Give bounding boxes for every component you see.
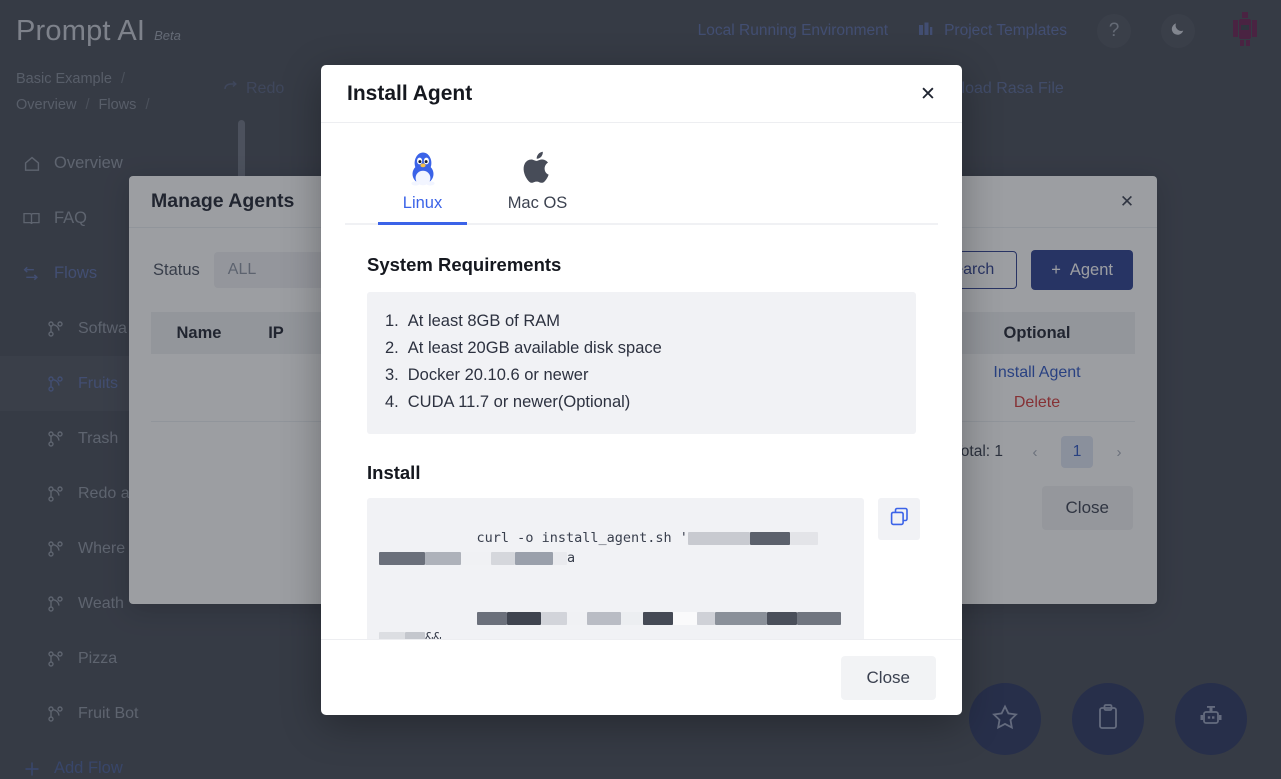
os-tabs: Linux Mac OS [345, 143, 938, 225]
system-requirements-list: 1. At least 8GB of RAM 2. At least 20GB ava… [367, 292, 916, 434]
install-section-title: Install [367, 462, 421, 483]
install-agent-close-label: Close [866, 667, 910, 687]
install-command-visible-b: && [425, 630, 442, 639]
requirement-text: At least 8GB of RAM [407, 312, 560, 330]
install-agent-modal: Install Agent ✕ Linux Mac OS System Requ… [321, 65, 962, 715]
requirement-number: 1. [385, 312, 399, 330]
requirement-item: 4. CUDA 11.7 or newer(Optional) [367, 389, 916, 416]
apple-icon [522, 143, 554, 187]
requirement-number: 2. [385, 339, 399, 357]
copy-command-button[interactable] [878, 498, 920, 540]
install-command-row: curl -o install_agent.sh 'a && ll [367, 498, 938, 639]
requirement-text: At least 20GB available disk space [407, 339, 662, 357]
tab-linux-label: Linux [402, 194, 443, 212]
tab-macos-label: Mac OS [507, 194, 568, 212]
install-command-code[interactable]: curl -o install_agent.sh 'a && ll [367, 498, 864, 639]
requirement-item: 2. At least 20GB available disk space [367, 335, 916, 362]
app-root: Prompt AI Beta Local Running Environment [0, 0, 1281, 779]
install-command-line: curl -o install_agent.sh ' a [379, 508, 852, 588]
install-command-prefix: curl -o install_agent.sh ' [476, 530, 688, 546]
requirement-text: Docker 20.10.6 or newer [407, 366, 589, 384]
install-command-visible-a: a [567, 550, 576, 566]
requirement-text: CUDA 11.7 or newer(Optional) [407, 393, 631, 411]
system-requirements-title: System Requirements [367, 254, 562, 275]
requirement-number: 4. [385, 393, 399, 411]
install-agent-title: Install Agent [347, 81, 473, 105]
install-command-line: && [379, 588, 852, 639]
linux-tux-icon [406, 143, 440, 187]
tab-macos[interactable]: Mac OS [480, 143, 595, 223]
requirement-item: 1. At least 8GB of RAM [367, 308, 916, 335]
install-agent-body: Linux Mac OS System Requirements 1. At le… [321, 123, 962, 639]
requirement-item: 3. Docker 20.10.6 or newer [367, 362, 916, 389]
copy-icon [889, 506, 910, 532]
requirement-number: 3. [385, 366, 399, 384]
install-agent-footer: Close [321, 639, 962, 715]
install-agent-close-button[interactable]: Close [840, 655, 936, 700]
install-agent-header: Install Agent ✕ [321, 65, 962, 123]
tab-linux[interactable]: Linux [365, 143, 480, 225]
close-icon[interactable]: ✕ [916, 82, 940, 106]
